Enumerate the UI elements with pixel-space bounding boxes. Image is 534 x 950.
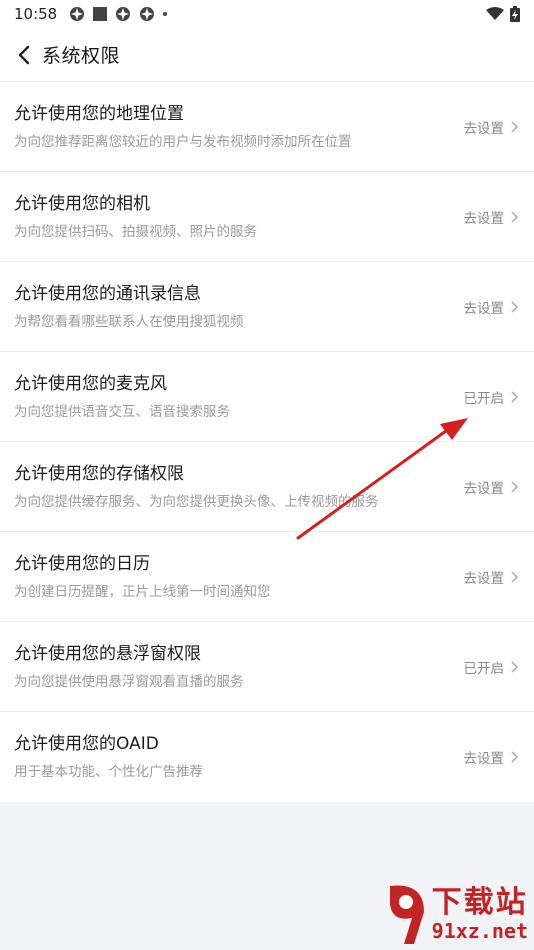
permission-action-label: 已开启 [463,390,505,407]
watermark: 下载站 91xz.net [384,882,528,946]
permission-list: 允许使用您的地理位置 为向您推荐距离您较近的用户与发布视频时添加所在位置 去设置… [0,82,534,802]
permission-text: 允许使用您的日历 为创建日历提醒，正片上线第一时间通知您 [14,552,464,602]
permission-desc: 为向您提供扫码、拍摄视频、照片的服务 [14,223,257,240]
permission-row-camera[interactable]: 允许使用您的相机 为向您提供扫码、拍摄视频、照片的服务 去设置 [0,172,534,262]
nav-bar: 系统权限 [0,28,534,82]
permission-desc: 为向您推荐距离您较近的用户与发布视频时添加所在位置 [14,133,352,150]
permission-action[interactable]: 已开启 [464,657,521,677]
permission-action-label: 去设置 [463,570,505,587]
permission-row-floating-window[interactable]: 允许使用您的悬浮窗权限 为向您提供使用悬浮窗观看直播的服务 已开启 [0,622,534,712]
battery-charging-icon [510,6,520,22]
chevron-right-icon [511,120,519,133]
permission-title: 允许使用您的OAID [14,734,159,754]
app-notification-icon [116,7,131,21]
permission-text: 允许使用您的OAID 用于基本功能、个性化广告推荐 [14,732,464,782]
permission-action[interactable]: 去设置 [464,117,521,137]
status-time: 10:58 [14,5,58,23]
permission-desc: 为帮您看看哪些联系人在使用搜狐视频 [14,313,244,330]
permission-row-contacts[interactable]: 允许使用您的通讯录信息 为帮您看看哪些联系人在使用搜狐视频 去设置 [0,262,534,352]
wifi-icon [486,7,504,20]
page-title: 系统权限 [42,45,121,67]
permission-action[interactable]: 去设置 [464,297,521,317]
status-bar: 10:58 [0,0,534,28]
app-notification-icon [70,7,85,21]
app-notification-icon [140,7,155,21]
watermark-text: 下载站 91xz.net [431,885,528,943]
permission-title: 允许使用您的地理位置 [14,103,184,124]
chevron-right-icon [511,210,519,223]
permission-action[interactable]: 已开启 [464,387,521,407]
permission-text: 允许使用您的麦克风 为向您提供语音交互、语音搜索服务 [14,372,464,422]
permission-action-label: 去设置 [463,120,505,137]
permission-action[interactable]: 去设置 [464,747,521,767]
status-right [486,6,520,22]
permission-action-label: 已开启 [463,660,505,677]
app-notification-icon [93,7,108,21]
watermark-cn: 下载站 [431,885,528,920]
permission-action[interactable]: 去设置 [464,477,521,497]
permission-desc: 为向您提供使用悬浮窗观看直播的服务 [14,673,244,690]
back-button[interactable] [12,43,36,67]
permission-title: 允许使用您的存储权限 [14,463,184,484]
permission-row-microphone[interactable]: 允许使用您的麦克风 为向您提供语音交互、语音搜索服务 已开启 [0,352,534,442]
watermark-en: 91xz.net [431,919,528,943]
permission-action[interactable]: 去设置 [464,207,521,227]
chevron-right-icon [511,390,519,403]
chevron-right-icon [511,480,519,493]
permission-title: 允许使用您的麦克风 [14,373,167,394]
chevron-left-icon [18,45,30,64]
permission-row-calendar[interactable]: 允许使用您的日历 为创建日历提醒，正片上线第一时间通知您 去设置 [0,532,534,622]
permission-action-label: 去设置 [463,300,505,317]
permission-action-label: 去设置 [463,480,505,497]
watermark-logo-icon [389,885,424,944]
permission-title: 允许使用您的相机 [14,193,150,214]
more-notifications-dot-icon [163,12,168,16]
permission-title: 允许使用您的日历 [14,553,150,574]
permission-title: 允许使用您的通讯录信息 [14,283,201,304]
chevron-right-icon [511,660,519,673]
permission-action-label: 去设置 [463,210,505,227]
chevron-right-icon [511,570,519,583]
permission-row-storage[interactable]: 允许使用您的存储权限 为向您提供缓存服务、为向您提供更换头像、上传视频的服务 去… [0,442,534,532]
permission-action-label: 去设置 [463,751,505,767]
permission-action[interactable]: 去设置 [464,567,521,587]
chevron-right-icon [511,300,519,313]
permission-text: 允许使用您的存储权限 为向您提供缓存服务、为向您提供更换头像、上传视频的服务 [14,462,464,512]
status-left: 10:58 [14,5,168,23]
permission-text: 允许使用您的悬浮窗权限 为向您提供使用悬浮窗观看直播的服务 [14,642,464,692]
permission-text: 允许使用您的通讯录信息 为帮您看看哪些联系人在使用搜狐视频 [14,282,464,332]
chevron-right-icon [511,751,519,763]
permission-desc: 用于基本功能、个性化广告推荐 [14,764,203,780]
permission-text: 允许使用您的地理位置 为向您推荐距离您较近的用户与发布视频时添加所在位置 [14,102,464,152]
permission-text: 允许使用您的相机 为向您提供扫码、拍摄视频、照片的服务 [14,192,464,242]
permission-desc: 为向您提供语音交互、语音搜索服务 [14,403,230,420]
permission-title: 允许使用您的悬浮窗权限 [14,643,201,664]
permission-row-location[interactable]: 允许使用您的地理位置 为向您推荐距离您较近的用户与发布视频时添加所在位置 去设置 [0,82,534,172]
permission-desc: 为向您提供缓存服务、为向您提供更换头像、上传视频的服务 [14,493,379,510]
permission-desc: 为创建日历提醒，正片上线第一时间通知您 [14,583,271,600]
permission-row-oaid[interactable]: 允许使用您的OAID 用于基本功能、个性化广告推荐 去设置 [0,712,534,802]
